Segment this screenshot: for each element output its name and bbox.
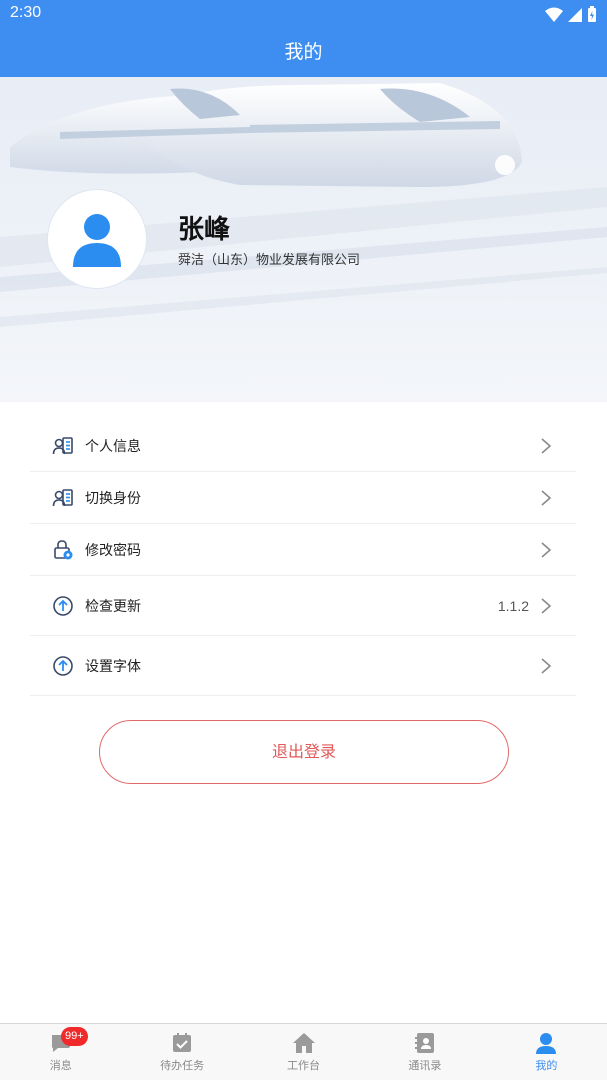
signal-icon (568, 7, 582, 22)
user-avatar-icon (73, 214, 121, 267)
user-icon (536, 1033, 557, 1054)
settings-menu: 个人信息 切换身份 修改密码 检查更新 1.1.2 设置字体 (30, 420, 576, 696)
tab-messages[interactable]: 99+ 消息 (0, 1024, 121, 1080)
menu-item-label: 设置字体 (85, 658, 141, 675)
tab-label: 我的 (535, 1059, 558, 1072)
wifi-icon (545, 7, 563, 22)
menu-item-label: 个人信息 (85, 438, 141, 455)
chevron-right-icon (541, 437, 552, 454)
chevron-right-icon (541, 489, 552, 506)
chevron-right-icon (541, 597, 552, 614)
contacts-icon (414, 1033, 434, 1053)
tab-label: 工作台 (287, 1059, 321, 1072)
lock-icon (54, 539, 73, 559)
chevron-right-icon (541, 657, 552, 674)
tab-label: 消息 (49, 1059, 72, 1072)
avatar[interactable] (48, 190, 146, 288)
menu-item-switch-identity[interactable]: 切换身份 (30, 472, 576, 524)
arrow-up-circle-icon (53, 595, 73, 616)
chevron-right-icon (541, 541, 552, 558)
menu-item-check-update[interactable]: 检查更新 1.1.2 (30, 576, 576, 636)
avatar-inner (54, 196, 140, 282)
profile-header: 张峰 舜洁（山东）物业发展有限公司 (0, 77, 607, 402)
menu-item-font-settings[interactable]: 设置字体 (30, 636, 576, 696)
app-version: 1.1.2 (497, 597, 529, 614)
home-icon (292, 1033, 315, 1053)
unread-badge: 99+ (61, 1027, 88, 1046)
bottom-tab-bar: 99+ 消息 待办任务 工作台 通讯录 我的 (0, 1023, 607, 1080)
tab-workbench[interactable]: 工作台 (243, 1024, 364, 1080)
logout-button[interactable]: 退出登录 (99, 720, 509, 784)
user-company: 舜洁（山东）物业发展有限公司 (178, 253, 361, 268)
app-bar: 我的 (0, 30, 607, 77)
id-card-icon (52, 436, 73, 454)
id-card-icon (52, 488, 73, 506)
page-title: 我的 (284, 41, 323, 63)
status-icons (545, 6, 597, 23)
menu-item-change-password[interactable]: 修改密码 (30, 524, 576, 576)
tab-mine[interactable]: 我的 (486, 1024, 607, 1080)
menu-item-label: 修改密码 (85, 542, 141, 559)
calendar-check-icon (173, 1033, 192, 1052)
tab-contacts[interactable]: 通讯录 (364, 1024, 485, 1080)
tab-label: 通讯录 (408, 1059, 442, 1072)
menu-item-label: 切换身份 (85, 490, 141, 507)
status-bar: 2:30 (0, 0, 607, 30)
tab-todo-tasks[interactable]: 待办任务 (121, 1024, 242, 1080)
battery-icon (588, 6, 596, 22)
menu-item-label: 检查更新 (85, 598, 141, 615)
menu-item-personal-info[interactable]: 个人信息 (30, 420, 576, 472)
arrow-up-circle-icon (53, 655, 73, 676)
status-time: 2:30 (10, 4, 42, 21)
user-name: 张峰 (178, 215, 231, 245)
tab-label: 待办任务 (160, 1059, 205, 1072)
